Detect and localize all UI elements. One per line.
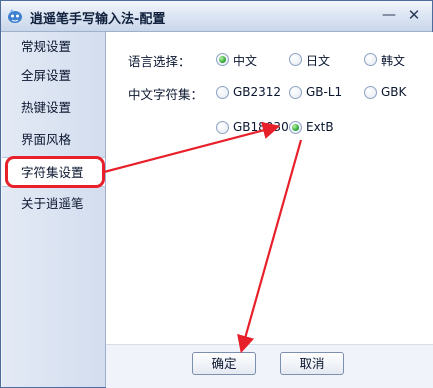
radio-checked-icon	[289, 121, 302, 134]
option-label: ExtB	[306, 120, 334, 134]
app-icon	[8, 9, 22, 23]
option-label: GB-L1	[306, 85, 343, 99]
sidebar-item-fullscreen[interactable]: 全屏设置	[2, 61, 105, 91]
radio-checked-icon	[216, 53, 229, 66]
option-label: GB2312	[233, 85, 282, 99]
sidebar-item-hotkeys[interactable]: 热键设置	[2, 93, 105, 123]
charset-settings-panel: 语言选择： 中文 日文 韩文 中文字符集： GB2312 GB-L1 GBK G…	[106, 32, 433, 387]
option-label: 日文	[306, 54, 331, 68]
radio-icon	[364, 86, 377, 99]
radio-icon	[364, 53, 377, 66]
annotation-highlight-box	[5, 156, 105, 188]
cancel-button[interactable]: 取消	[280, 352, 344, 375]
radio-icon	[216, 86, 229, 99]
button-bar	[106, 344, 433, 388]
radio-icon	[289, 86, 302, 99]
option-label: GBK	[381, 85, 407, 99]
option-label: GB18030	[233, 120, 289, 134]
settings-sidebar: 常规设置 全屏设置 热键设置 界面风格 字符集设置 关于逍遥笔	[2, 32, 106, 387]
language-label: 语言选择：	[128, 54, 191, 69]
charset-label: 中文字符集：	[128, 87, 204, 102]
radio-icon	[216, 121, 229, 134]
sidebar-item-about[interactable]: 关于逍遥笔	[2, 189, 105, 219]
window-title: 逍遥笔手写输入法-配置	[30, 12, 166, 27]
option-label: 中文	[233, 54, 258, 68]
sidebar-item-general[interactable]: 常规设置	[2, 32, 105, 62]
minimize-button[interactable]: —	[381, 7, 397, 23]
config-window: 逍遥笔手写输入法-配置 — ✕ 常规设置 全屏设置 热键设置 界面风格 字符集设…	[0, 0, 433, 388]
ok-button[interactable]: 确定	[192, 352, 256, 375]
close-button[interactable]: ✕	[406, 7, 422, 23]
radio-icon	[289, 53, 302, 66]
title-bar[interactable]: 逍遥笔手写输入法-配置 — ✕	[1, 1, 432, 32]
option-label: 韩文	[381, 54, 406, 68]
sidebar-item-appearance[interactable]: 界面风格	[2, 125, 105, 155]
